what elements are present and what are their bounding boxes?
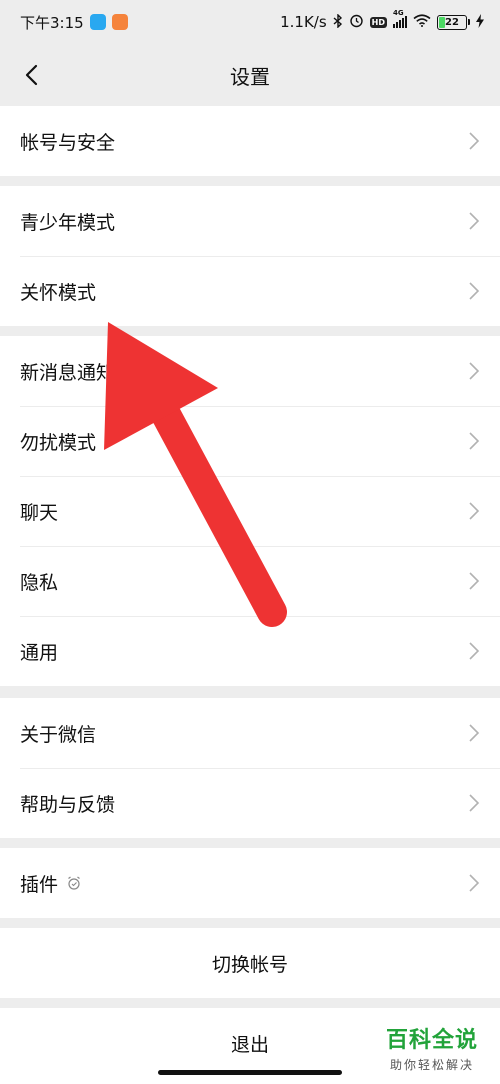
settings-item-label: 新消息通知 — [20, 361, 116, 384]
bluetooth-icon — [333, 12, 343, 31]
logout-label: 退出 — [230, 1033, 269, 1056]
network-type: 4G — [393, 9, 404, 17]
watermark-subtitle: 助你轻松解决 — [389, 1057, 474, 1072]
switch-account-label: 切换帐号 — [211, 953, 288, 976]
charging-icon — [476, 13, 484, 31]
chevron-right-icon — [469, 432, 480, 450]
battery-icon: 22 — [437, 14, 470, 30]
settings-item-label: 聊天 — [20, 501, 59, 524]
chevron-right-icon — [469, 132, 480, 150]
chevron-right-icon — [469, 724, 480, 742]
chevron-right-icon — [469, 794, 480, 812]
settings-item-do-not-disturb[interactable]: 勿扰模式 — [0, 406, 500, 476]
status-time: 下午3:15 — [20, 13, 84, 32]
page-title: 设置 — [230, 64, 270, 89]
settings-item-plugins[interactable]: 插件 — [0, 848, 500, 918]
signal-icon: 4G — [393, 9, 407, 28]
chevron-right-icon — [469, 362, 480, 380]
home-indicator[interactable] — [158, 1070, 342, 1075]
plugin-alarm-icon — [68, 876, 80, 890]
chevron-right-icon — [469, 502, 480, 520]
settings-item-label: 关怀模式 — [20, 281, 97, 304]
settings-group-modes: 青少年模式 关怀模式 — [0, 186, 500, 326]
settings-group-about: 关于微信 帮助与反馈 — [0, 698, 500, 838]
watermark-logo: 百科全说 助你轻松解决 — [374, 1024, 490, 1078]
wifi-icon — [413, 14, 431, 30]
settings-item-label: 通用 — [20, 641, 59, 664]
chevron-right-icon — [469, 212, 480, 230]
battery-level: 22 — [445, 16, 459, 28]
settings-item-account-security[interactable]: 帐号与安全 — [0, 106, 500, 176]
settings-item-notifications[interactable]: 新消息通知 — [0, 336, 500, 406]
settings-item-chat[interactable]: 聊天 — [0, 476, 500, 546]
settings-item-privacy[interactable]: 隐私 — [0, 546, 500, 616]
settings-group-account: 帐号与安全 — [0, 106, 500, 176]
net-speed: 1.1K/s — [280, 13, 327, 31]
settings-item-label: 隐私 — [20, 571, 59, 594]
settings-item-care-mode[interactable]: 关怀模式 — [0, 256, 500, 326]
settings-item-label: 青少年模式 — [20, 211, 116, 234]
settings-item-general[interactable]: 通用 — [0, 616, 500, 686]
watermark-title: 百科全说 — [385, 1028, 478, 1054]
chevron-right-icon — [469, 642, 480, 660]
settings-item-about-wechat[interactable]: 关于微信 — [0, 698, 500, 768]
settings-item-label: 勿扰模式 — [20, 431, 97, 454]
alarm-icon — [349, 13, 364, 31]
nav-bar: 设置 — [0, 44, 500, 106]
status-left: 下午3:15 — [20, 12, 128, 33]
switch-account-group: 切换帐号 — [0, 928, 500, 998]
status-bar: 下午3:15 1.1K/s HD 4G 22 — [0, 0, 500, 44]
settings-item-teen-mode[interactable]: 青少年模式 — [0, 186, 500, 256]
back-button[interactable] — [14, 58, 48, 92]
settings-item-label: 帮助与反馈 — [20, 793, 116, 816]
settings-item-label: 插件 — [20, 873, 59, 896]
app-notification-icon — [89, 14, 106, 30]
settings-group-plugins: 插件 — [0, 848, 500, 918]
settings-item-label: 帐号与安全 — [20, 131, 116, 154]
app-notification-icon-2 — [111, 14, 128, 30]
settings-item-help-feedback[interactable]: 帮助与反馈 — [0, 768, 500, 838]
hd-icon: HD — [369, 16, 387, 28]
settings-item-label: 关于微信 — [20, 723, 97, 746]
chevron-left-icon — [25, 64, 38, 86]
settings-group-general: 新消息通知 勿扰模式 聊天 隐私 通用 — [0, 336, 500, 686]
switch-account-button[interactable]: 切换帐号 — [0, 928, 500, 998]
status-right: 1.1K/s HD 4G 22 — [280, 9, 484, 31]
chevron-right-icon — [469, 874, 480, 892]
chevron-right-icon — [469, 572, 480, 590]
chevron-right-icon — [469, 282, 480, 300]
